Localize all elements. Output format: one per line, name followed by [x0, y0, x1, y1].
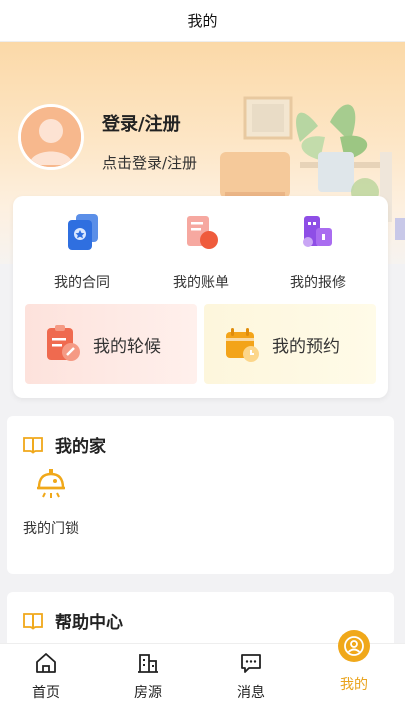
- login-subtitle[interactable]: 点击登录/注册: [102, 152, 197, 173]
- my-home-title: 我的家: [55, 437, 106, 457]
- tab-mine[interactable]: 我的: [324, 670, 384, 694]
- book-icon: [23, 436, 43, 453]
- my-home-header: 我的家: [23, 432, 106, 457]
- quick-actions-card: 我的合同 我的账单 我的报修 我的轮候 我的预约: [13, 196, 388, 398]
- my-appointment-label: 我的预约: [272, 336, 340, 357]
- door-lock-icon: [37, 469, 65, 498]
- bill-icon: [187, 216, 218, 249]
- message-icon: [241, 654, 261, 673]
- user-icon: [344, 636, 364, 656]
- home-icon: [36, 653, 56, 673]
- my-bill-button[interactable]: 我的账单: [146, 210, 256, 292]
- avatar[interactable]: [18, 104, 84, 170]
- contract-icon: [68, 214, 98, 250]
- my-repair-label: 我的报修: [290, 275, 346, 291]
- my-contract-button[interactable]: 我的合同: [27, 210, 137, 292]
- tab-home-label: 首页: [32, 685, 60, 701]
- page-title-bar: 我的: [0, 0, 405, 42]
- my-home-section: 我的家 我的门锁: [7, 416, 394, 574]
- my-lock-label: 我的门锁: [23, 521, 79, 537]
- tab-listings-label: 房源: [134, 685, 162, 701]
- repair-icon: [303, 216, 332, 247]
- my-repair-button[interactable]: 我的报修: [263, 210, 373, 292]
- my-queue-button[interactable]: 我的轮候: [25, 304, 197, 384]
- help-center-header: 帮助中心: [23, 608, 123, 633]
- tab-listings[interactable]: 房源: [118, 652, 178, 702]
- help-center-title: 帮助中心: [55, 613, 123, 633]
- queue-icon: [47, 325, 80, 361]
- tab-mine-label: 我的: [340, 677, 368, 693]
- tab-messages-label: 消息: [237, 685, 265, 701]
- book-icon: [23, 612, 43, 629]
- tab-home[interactable]: 首页: [16, 652, 76, 702]
- building-icon: [138, 654, 158, 673]
- appointment-icon: [226, 328, 259, 362]
- my-queue-label: 我的轮候: [93, 336, 161, 357]
- tab-messages[interactable]: 消息: [221, 652, 281, 702]
- tab-mine-icon-badge[interactable]: [338, 630, 370, 662]
- page-title: 我的: [187, 12, 218, 30]
- avatar-icon: [21, 107, 81, 167]
- my-bill-label: 我的账单: [173, 275, 229, 291]
- my-lock-button[interactable]: 我的门锁: [21, 466, 81, 538]
- my-appointment-button[interactable]: 我的预约: [204, 304, 376, 384]
- login-title[interactable]: 登录/注册: [102, 110, 181, 136]
- my-contract-label: 我的合同: [54, 275, 110, 291]
